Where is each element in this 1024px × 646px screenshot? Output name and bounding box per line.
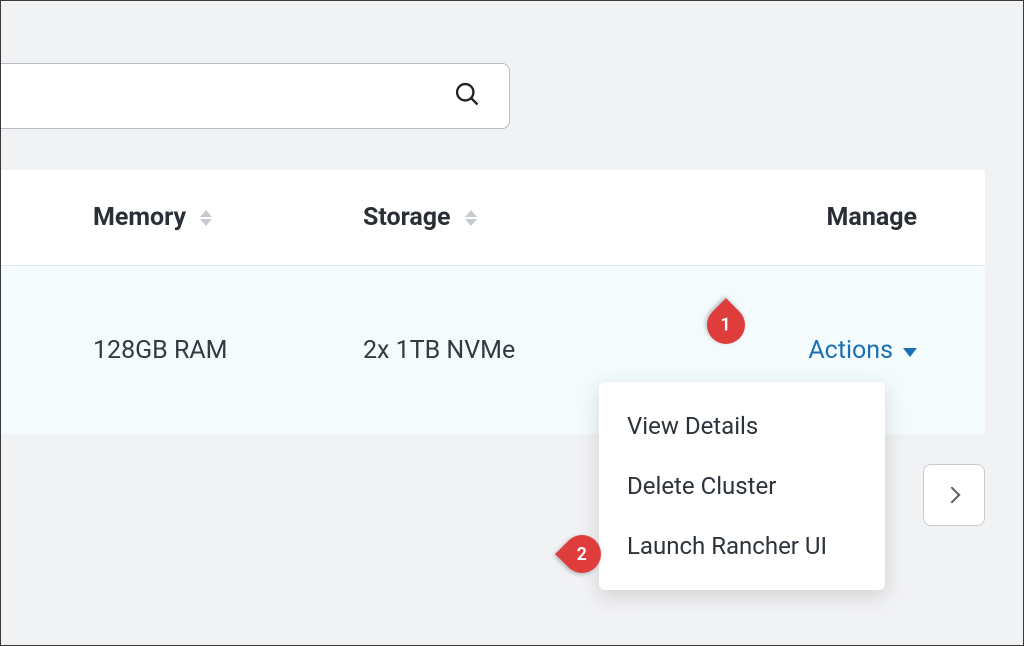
table-header-row: Memory Storage Manage xyxy=(1,170,985,266)
annotation-number: 2 xyxy=(577,543,587,564)
chevron-down-icon xyxy=(903,348,917,357)
search-input-container[interactable] xyxy=(1,63,510,129)
sort-icon xyxy=(200,210,212,226)
actions-dropdown-menu: View Details Delete Cluster Launch Ranch… xyxy=(599,382,885,590)
search-icon xyxy=(453,80,481,112)
chevron-right-icon xyxy=(944,487,961,504)
sort-icon xyxy=(465,210,477,226)
dropdown-item-launch-rancher-ui[interactable]: Launch Rancher UI xyxy=(599,516,885,576)
column-header-memory-label: Memory xyxy=(93,203,186,232)
column-header-manage-label: Manage xyxy=(827,203,917,232)
cell-memory: 128GB RAM xyxy=(1,336,301,365)
column-header-storage[interactable]: Storage xyxy=(363,203,477,232)
actions-label: Actions xyxy=(808,336,893,365)
dropdown-item-view-details[interactable]: View Details xyxy=(599,396,885,456)
cell-storage: 2x 1TB NVMe xyxy=(301,336,651,365)
column-header-memory[interactable]: Memory xyxy=(93,203,212,232)
annotation-number: 1 xyxy=(721,314,731,335)
column-header-manage: Manage xyxy=(827,203,917,232)
next-page-button[interactable] xyxy=(923,464,985,526)
dropdown-item-delete-cluster[interactable]: Delete Cluster xyxy=(599,456,885,516)
column-header-storage-label: Storage xyxy=(363,203,451,232)
actions-dropdown-trigger[interactable]: Actions xyxy=(808,336,917,365)
